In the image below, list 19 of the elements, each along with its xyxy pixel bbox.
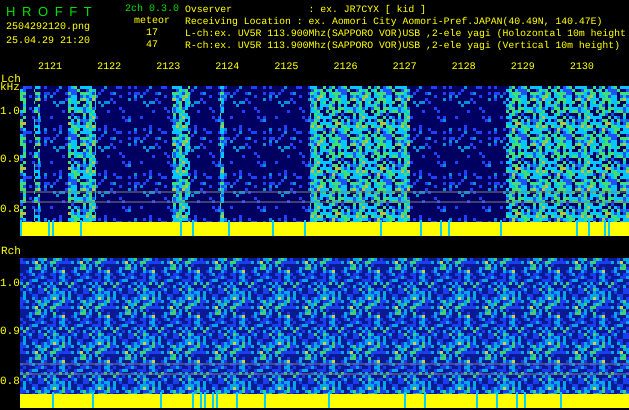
app-title: H R O F F T bbox=[6, 4, 93, 19]
axis-tick-label: 0.9 bbox=[0, 154, 20, 166]
meteor-label: meteor bbox=[134, 16, 170, 28]
info-line: Receiving Location : ex. Aomori City Aomori-Pref.JAPAN(40.49N, 140.47E) bbox=[185, 16, 604, 28]
meteor-count: 17 bbox=[146, 28, 158, 40]
channel-label: Rch bbox=[0, 246, 22, 258]
axis-tick-label: 1.0 bbox=[0, 106, 20, 118]
axis-tick-label: 0.8 bbox=[0, 376, 20, 388]
version-label: 2ch 0.3.0 bbox=[124, 4, 179, 16]
info-line: R-ch:ex. UV5R 113.900Mhz(SAPPORO VOR)USB ,2-ele yagi (Vertical 10m height) bbox=[185, 40, 622, 52]
axis-tick-label: 0.9 bbox=[0, 326, 20, 338]
axis-tick-label: 0.8 bbox=[0, 204, 20, 216]
date-time: 25.04.29 21:20 bbox=[6, 36, 92, 47]
info-line: Ovserver : ex. JR7CYX [ kid ] bbox=[185, 4, 428, 16]
info-line: L-ch:ex. UV5R 113.900Mhz(SAPPORO VOR)USB ,2-ele yagi (Holozontal 10m height bbox=[185, 28, 626, 40]
unit-label: kHz bbox=[0, 82, 20, 94]
meteor-count: 47 bbox=[146, 40, 158, 52]
file-name: 2504292120.png bbox=[6, 22, 92, 33]
axis-tick-label: 1.0 bbox=[0, 278, 20, 290]
